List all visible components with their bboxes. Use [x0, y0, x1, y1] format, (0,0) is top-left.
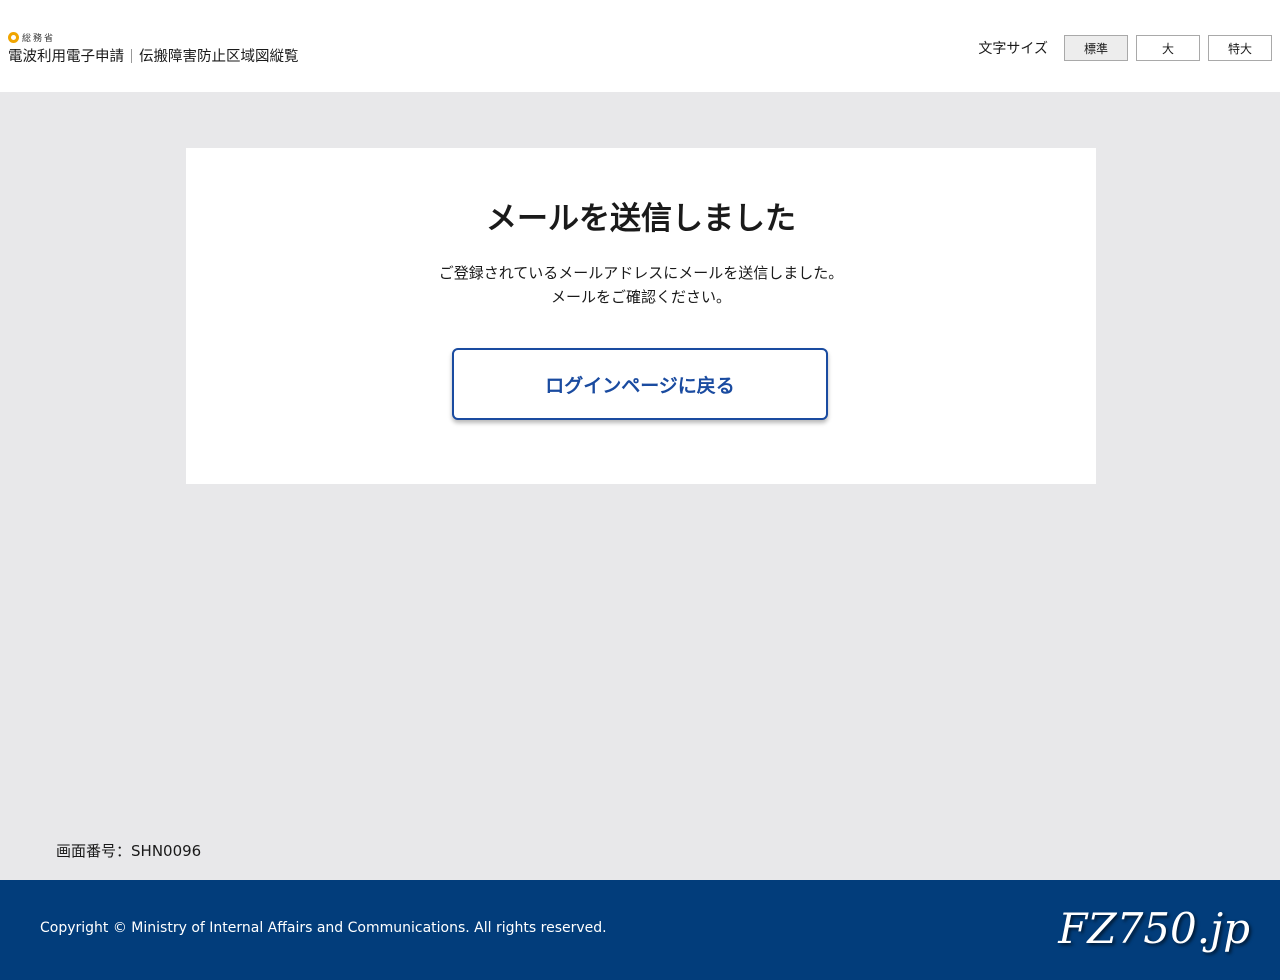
back-to-login-button[interactable]: ログインページに戻る: [452, 348, 828, 420]
title-divider: [131, 48, 132, 63]
system-title: 電波利用電子申請 伝搬障害防止区域図縦覧: [8, 45, 299, 66]
font-size-standard-button[interactable]: 標準: [1064, 35, 1128, 61]
message-card: メールを送信しました ご登録されているメールアドレスにメールを送信しました。 メ…: [186, 148, 1096, 484]
ministry-logo: 総務省: [8, 30, 299, 44]
screen-id: 画面番号：SHN0096: [56, 840, 201, 861]
screen-id-label: 画面番号：: [56, 842, 132, 860]
watermark-logo: FZ750.jp: [1058, 904, 1250, 953]
font-size-label: 文字サイズ: [978, 41, 1048, 57]
message-line-1: ご登録されているメールアドレスにメールを送信しました。: [438, 264, 844, 282]
screen-id-value: SHN0096: [131, 842, 202, 860]
font-size-switcher: 文字サイズ 標準 大 特大: [978, 35, 1272, 61]
sub-system-name: 伝搬障害防止区域図縦覧: [139, 49, 299, 65]
site-logo[interactable]: 総務省 電波利用電子申請 伝搬障害防止区域図縦覧: [8, 30, 299, 66]
font-size-extra-large-button[interactable]: 特大: [1208, 35, 1272, 61]
message-line-2: メールをご確認ください。: [550, 288, 731, 306]
ministry-emblem-icon: [8, 31, 19, 43]
message-text: ご登録されているメールアドレスにメールを送信しました。 メールをご確認ください。: [186, 261, 1096, 309]
site-footer: Copyright © Ministry of Internal Affairs…: [0, 880, 1280, 980]
page-title: メールを送信しました: [486, 201, 796, 237]
ministry-name: 総務省: [22, 33, 56, 44]
system-name: 電波利用電子申請: [8, 49, 124, 65]
copyright-text: Copyright © Ministry of Internal Affairs…: [40, 920, 607, 936]
font-size-large-button[interactable]: 大: [1136, 35, 1200, 61]
site-header: 総務省 電波利用電子申請 伝搬障害防止区域図縦覧 文字サイズ 標準 大 特大: [0, 0, 1280, 92]
